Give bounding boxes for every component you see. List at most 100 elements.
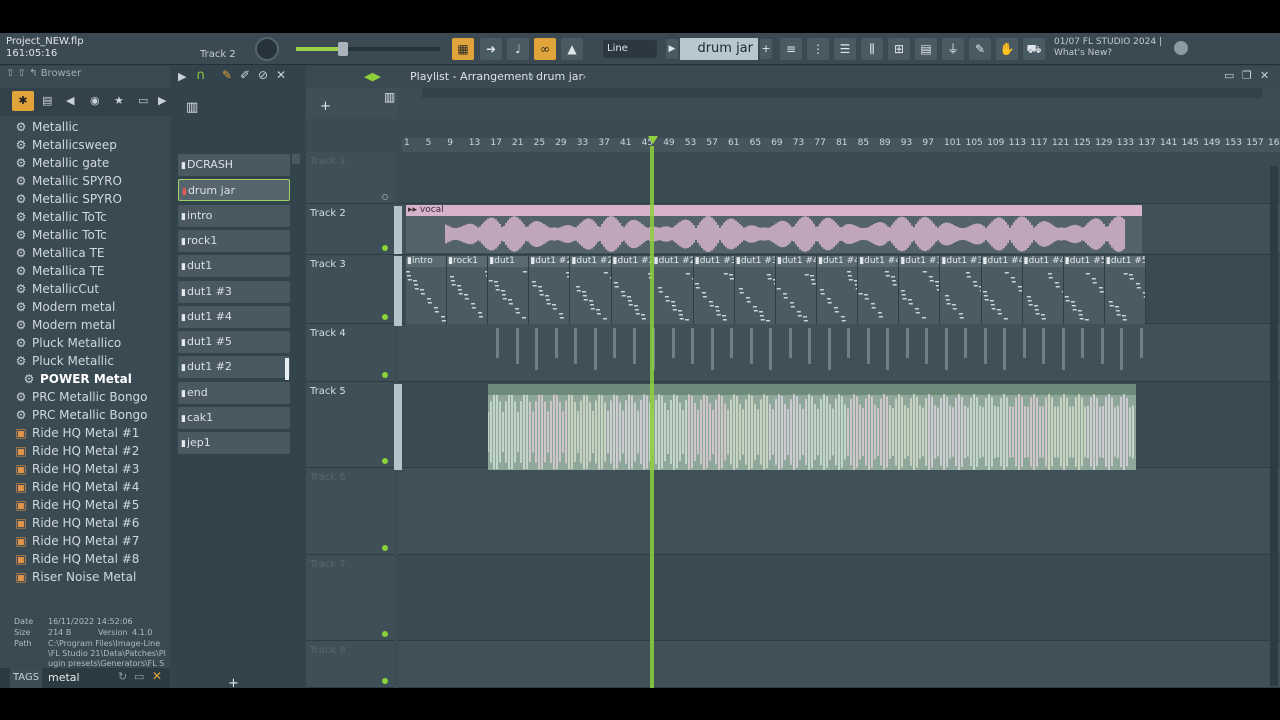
browser-item[interactable]: ⚙ Metallicsweep: [14, 136, 117, 154]
audio-clip-vocal[interactable]: ▸▸ vocal: [406, 205, 1142, 253]
play-icon[interactable]: ▶: [178, 70, 186, 83]
pattern-scrollbar[interactable]: [285, 358, 289, 380]
automation-hit[interactable]: [1022, 328, 1026, 358]
browser-item[interactable]: ⚙ Metallica TE: [14, 262, 105, 280]
add-pattern-icon[interactable]: +: [760, 39, 772, 59]
window-close-icon[interactable]: ✕: [1260, 69, 1269, 82]
browser-item[interactable]: ⚙ PRC Metallic Bongo: [14, 406, 148, 424]
automation-hit[interactable]: [769, 328, 772, 370]
stamp-icon[interactable]: ▲: [561, 38, 583, 60]
browser-item[interactable]: ⚙ Metallic ToTc: [14, 226, 107, 244]
browser-item[interactable]: ⚙ PRC Metallic Bongo: [14, 388, 148, 406]
folder-icon[interactable]: ▭: [138, 94, 148, 107]
file-icon[interactable]: ▤: [915, 38, 937, 60]
automation-hit[interactable]: [515, 328, 519, 364]
browser-item[interactable]: ▣ Ride HQ Metal #1: [14, 424, 139, 442]
track-header[interactable]: Track 6: [306, 468, 394, 555]
track-enable-led[interactable]: [382, 545, 388, 551]
chevron-right-icon[interactable]: ▶: [158, 94, 166, 107]
pencil-icon[interactable]: ✎: [222, 68, 232, 82]
automation-hit[interactable]: [788, 328, 792, 358]
automation-hit[interactable]: [925, 328, 928, 364]
globe-small-icon[interactable]: ◉: [90, 94, 100, 107]
track-lane[interactable]: [398, 555, 1280, 641]
pattern-clip[interactable]: ▮dut1 #5: [1063, 256, 1105, 324]
pattern-clip[interactable]: ▮dut1 #2: [529, 256, 571, 324]
pattern-item[interactable]: ▮jep1: [178, 432, 290, 455]
browser-item[interactable]: ⚙ Metallic: [14, 118, 79, 136]
browser-item[interactable]: ⚙ Metallic SPYRO: [14, 190, 122, 208]
automation-hit[interactable]: [1061, 328, 1065, 370]
track-lane[interactable]: [398, 468, 1280, 555]
plug-icon[interactable]: ⏚: [942, 38, 964, 60]
pattern-item[interactable]: ▮intro: [178, 204, 290, 227]
speaker-icon[interactable]: ◀: [66, 94, 74, 107]
track-header[interactable]: Track 2: [306, 204, 394, 255]
pattern-clip[interactable]: ▮dut1 #5: [1104, 256, 1146, 324]
browser-item[interactable]: ▣ Riser Noise Metal: [14, 568, 136, 586]
mixer-icon[interactable]: ⫼: [861, 38, 883, 60]
browser-search-input[interactable]: metal: [48, 668, 110, 688]
pattern-item[interactable]: ▮DCRASH: [178, 154, 290, 176]
automation-hit[interactable]: [496, 328, 499, 358]
automation-hit[interactable]: [691, 328, 694, 364]
plugin-picker-icon[interactable]: ⊞: [888, 38, 910, 60]
automation-hit[interactable]: [866, 328, 870, 364]
track-enable-led[interactable]: [382, 631, 388, 637]
pattern-clip[interactable]: ▮dut1: [488, 256, 530, 324]
automation-hit[interactable]: [574, 328, 577, 364]
curve-icon[interactable]: ♩: [507, 38, 529, 60]
track-enable-led[interactable]: [382, 314, 388, 320]
refresh-icon[interactable]: ↻: [118, 670, 127, 683]
browser-item[interactable]: ⚙ Pluck Metallic: [14, 352, 114, 370]
pattern-item[interactable]: ▮dut1: [178, 255, 290, 278]
channel-rack-icon[interactable]: ☰: [834, 38, 856, 60]
snap-select[interactable]: Line: [603, 40, 657, 58]
piano-roll-mode-button[interactable]: ▦: [452, 38, 474, 60]
pattern-clip[interactable]: ▮dut1 #2: [652, 256, 694, 324]
master-volume-knob[interactable]: [255, 37, 279, 61]
delete-icon[interactable]: ⊘: [258, 68, 268, 82]
automation-hit[interactable]: [710, 328, 714, 370]
pattern-item[interactable]: ▮dut1 #2: [178, 356, 290, 379]
browser-item[interactable]: ⚙ Metallic SPYRO: [14, 172, 122, 190]
automation-hit[interactable]: [905, 328, 909, 358]
browser-item[interactable]: ⚙ POWER Metal: [22, 370, 132, 388]
browser-item[interactable]: ⚙ Metallic ToTc: [14, 208, 107, 226]
piano-icon[interactable]: ▥: [186, 100, 198, 115]
automation-hit[interactable]: [1120, 328, 1123, 370]
paint-icon[interactable]: ✐: [240, 68, 250, 82]
horizontal-scrollbar[interactable]: [422, 88, 1262, 98]
mic-icon[interactable]: ✎: [969, 38, 991, 60]
globe-icon[interactable]: [1174, 41, 1188, 55]
automation-hit[interactable]: [1081, 328, 1084, 358]
pattern-item[interactable]: ▮dut1 #5: [178, 331, 290, 354]
browser-item[interactable]: ▣ Ride HQ Metal #3: [14, 460, 139, 478]
automation-hit[interactable]: [730, 328, 733, 358]
automation-hit[interactable]: [535, 328, 538, 370]
add-track-icon[interactable]: +: [320, 99, 331, 114]
track-enable-led[interactable]: [382, 194, 388, 200]
pattern-clip[interactable]: ▮dut1 #3: [899, 256, 941, 324]
pattern-clip[interactable]: ▮dut1 #3: [940, 256, 982, 324]
pattern-selector[interactable]: drum jar: [680, 38, 758, 60]
pattern-item[interactable]: ▮cak1: [178, 407, 290, 429]
pattern-item[interactable]: ▮dut1 #4: [178, 305, 290, 328]
automation-hit[interactable]: [671, 328, 675, 358]
track-enable-led[interactable]: [382, 372, 388, 378]
master-pitch-slider[interactable]: [296, 42, 440, 56]
star-icon[interactable]: ★: [114, 94, 124, 107]
browser-item[interactable]: ▣ Ride HQ Metal #6: [14, 514, 139, 532]
track-header[interactable]: Track 5: [306, 382, 394, 468]
minimize-icon[interactable]: ▭: [1224, 69, 1234, 82]
pattern-clip[interactable]: ▮rock1: [447, 256, 489, 324]
pattern-clip[interactable]: ▮intro: [406, 256, 448, 324]
pattern-clip[interactable]: ▮dut1 #4: [981, 256, 1023, 324]
automation-hit[interactable]: [847, 328, 850, 358]
track-lane[interactable]: [398, 152, 1280, 204]
pattern-clip[interactable]: ▮dut1 #2: [570, 256, 612, 324]
pattern-item[interactable]: ▮end: [178, 381, 290, 404]
pattern-clip[interactable]: ▮dut1 #2: [611, 256, 653, 324]
piano-roll-window-icon[interactable]: ⋮: [807, 38, 829, 60]
browser-item[interactable]: ▣ Ride HQ Metal #2: [14, 442, 139, 460]
